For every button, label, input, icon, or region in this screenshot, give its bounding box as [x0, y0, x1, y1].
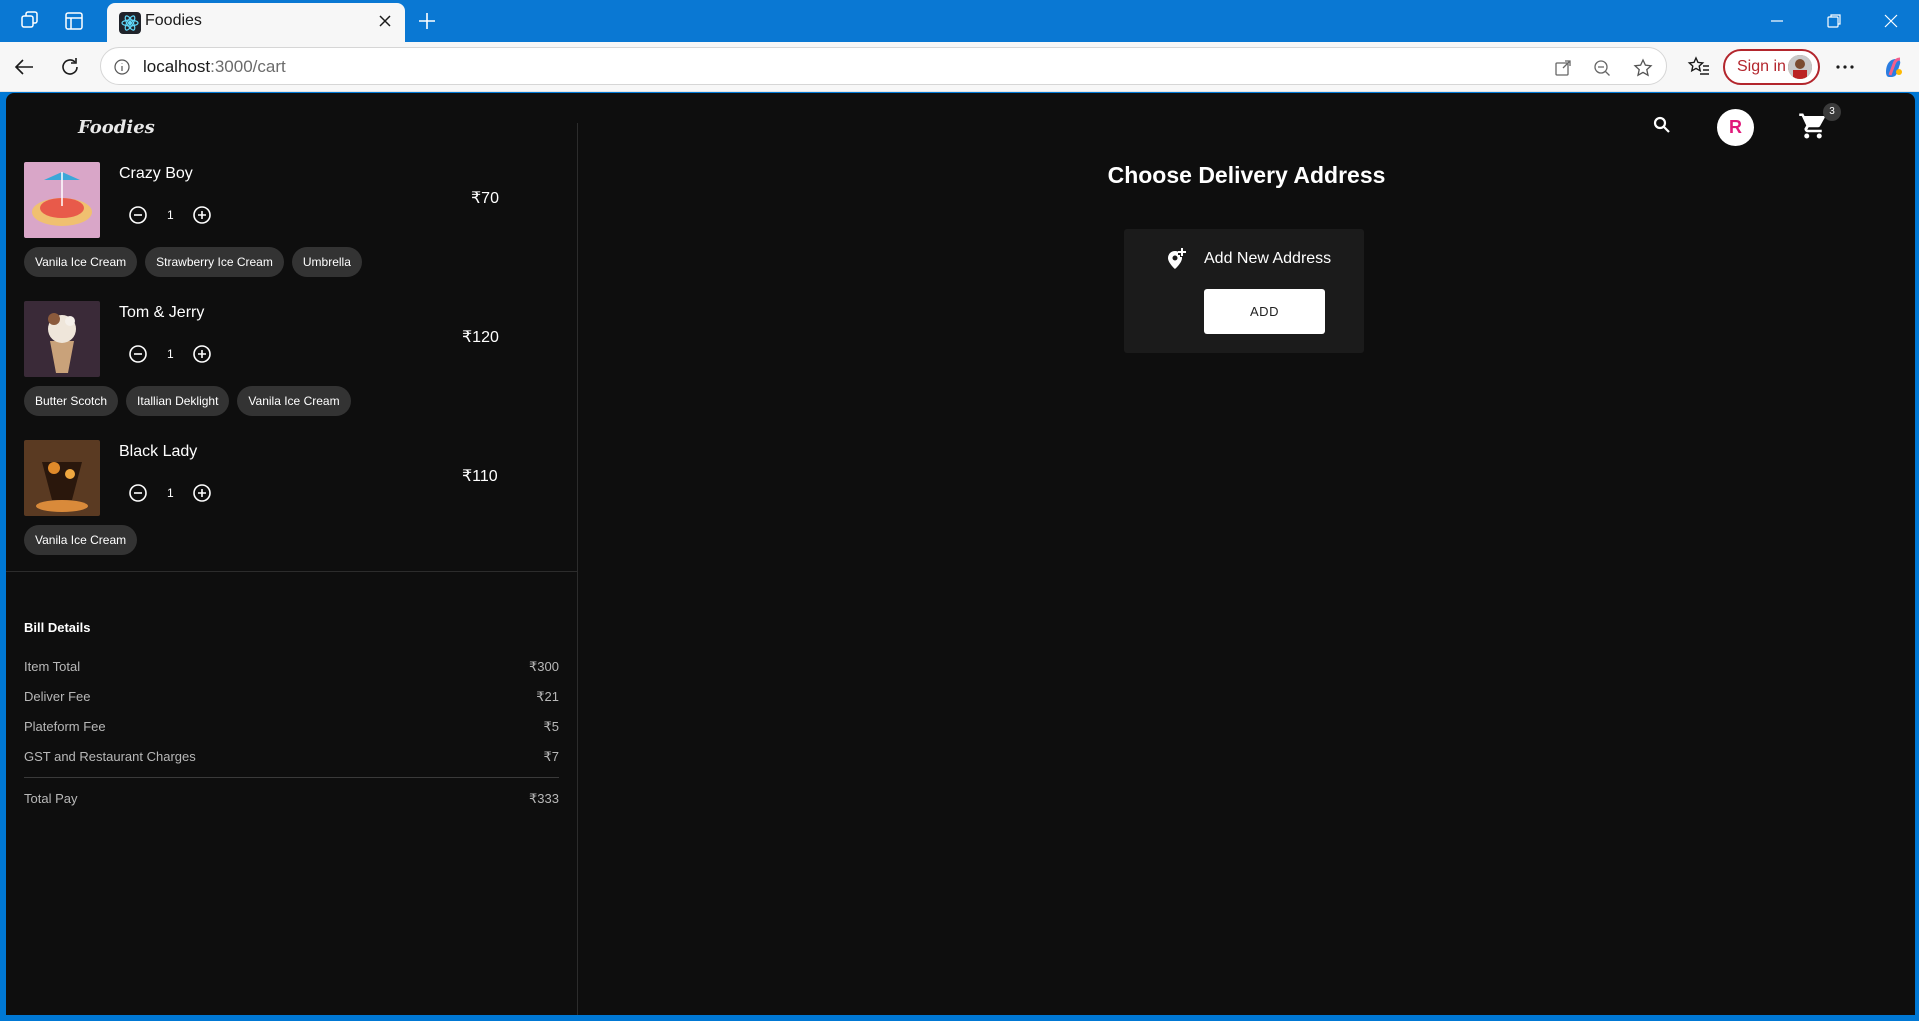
- bill-details-title: Bill Details: [24, 620, 91, 635]
- more-options-icon[interactable]: [1832, 54, 1858, 80]
- url-text[interactable]: localhost:3000/cart: [143, 57, 286, 77]
- react-favicon-icon: [119, 12, 141, 34]
- decrease-quantity-icon[interactable]: [127, 482, 149, 504]
- item-image: [24, 301, 100, 377]
- addon-chip: Vanila Ice Cream: [237, 386, 351, 416]
- item-price: ₹110: [462, 468, 498, 485]
- item-quantity: 1: [167, 486, 174, 500]
- close-tab-icon[interactable]: [375, 11, 395, 31]
- item-name: Tom & Jerry: [119, 304, 205, 321]
- addon-chip: Vanila Ice Cream: [24, 525, 138, 555]
- search-icon[interactable]: [1651, 114, 1673, 136]
- favorites-icon[interactable]: [1686, 54, 1712, 80]
- delivery-address-title: Choose Delivery Address: [1107, 162, 1386, 188]
- addon-chip: Umbrella: [291, 247, 362, 277]
- close-window-icon[interactable]: [1880, 10, 1902, 32]
- decrease-quantity-icon[interactable]: [127, 343, 149, 365]
- addon-list: Butter Scotch Itallian Deklight Vanila I…: [24, 386, 351, 416]
- user-avatar[interactable]: R: [1717, 109, 1754, 146]
- add-new-address-label: Add New Address: [1204, 250, 1332, 267]
- addon-list: Vanila Ice Cream Strawberry Ice Cream Um…: [24, 247, 362, 277]
- add-address-card: Add New Address ADD: [1124, 229, 1364, 353]
- increase-quantity-icon[interactable]: [191, 343, 213, 365]
- add-location-icon: [1168, 248, 1186, 269]
- site-info-icon[interactable]: [113, 58, 131, 76]
- addon-list: Vanila Ice Cream: [24, 525, 138, 555]
- tab-actions-icon[interactable]: [62, 9, 86, 33]
- sign-in-button[interactable]: Sign in: [1723, 49, 1820, 85]
- tab-title: Foodies: [145, 12, 202, 29]
- bill-separator: [24, 777, 559, 778]
- browser-titlebar: Foodies: [0, 0, 1919, 42]
- item-quantity: 1: [167, 208, 174, 222]
- url-bar[interactable]: localhost:3000/cart: [100, 47, 1667, 85]
- cart-count-badge: 3: [1823, 103, 1841, 121]
- workspaces-icon[interactable]: [18, 9, 42, 33]
- browser-toolbar: localhost:3000/cart Sign in: [0, 42, 1919, 92]
- restore-icon[interactable]: [1823, 10, 1845, 32]
- item-price: ₹70: [471, 190, 499, 207]
- open-in-app-icon[interactable]: [1552, 57, 1574, 79]
- addon-chip: Vanila Ice Cream: [24, 247, 138, 277]
- increase-quantity-icon[interactable]: [191, 204, 213, 226]
- addon-chip: Itallian Deklight: [126, 386, 230, 416]
- item-name: Black Lady: [119, 443, 198, 460]
- favorite-star-icon[interactable]: [1632, 57, 1654, 79]
- minimize-icon[interactable]: [1766, 10, 1788, 32]
- add-address-button[interactable]: ADD: [1204, 289, 1325, 334]
- new-tab-icon[interactable]: [414, 8, 440, 34]
- refresh-icon[interactable]: [57, 54, 83, 80]
- back-arrow-icon[interactable]: [12, 54, 38, 80]
- profile-avatar: [1788, 55, 1812, 79]
- zoom-out-icon[interactable]: [1591, 57, 1613, 79]
- addon-chip: Strawberry Ice Cream: [145, 247, 284, 277]
- decrease-quantity-icon[interactable]: [127, 204, 149, 226]
- addon-chip: Butter Scotch: [24, 386, 119, 416]
- section-divider: [6, 571, 578, 572]
- item-image: [24, 440, 100, 516]
- copilot-icon[interactable]: [1880, 54, 1906, 80]
- tab-foodies[interactable]: Foodies: [107, 3, 405, 42]
- item-quantity: 1: [167, 347, 174, 361]
- cart-panel: Crazy Boy 1 ₹70 Vanila Ice Cream Strawbe…: [6, 123, 578, 1015]
- increase-quantity-icon[interactable]: [191, 482, 213, 504]
- app-page: Foodies R 3 Crazy Boy 1 ₹70 Vanila Ice C…: [6, 93, 1915, 1015]
- item-price: ₹120: [462, 329, 499, 346]
